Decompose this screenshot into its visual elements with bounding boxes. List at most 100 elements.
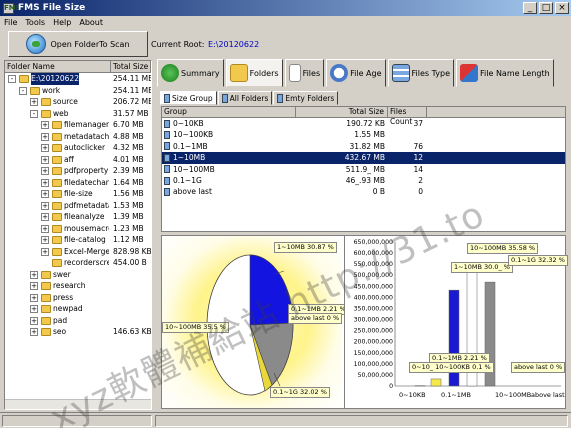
group-icon [164,93,170,103]
x-tick-label: 0~10KB [399,391,426,399]
expand-icon[interactable]: + [30,316,38,325]
tree-row[interactable]: + pdfproperty 2.39 MB [5,165,151,177]
tree-row-name: press [53,292,74,302]
expand-icon[interactable]: + [30,305,38,313]
bar-label-10-100mb: 10~100MB 35.58 % [467,243,539,254]
grid-group-label: 10~100MB [173,164,215,174]
subtab-all-folders[interactable]: All Folders [217,91,273,105]
expand-icon[interactable]: + [41,167,49,175]
expand-icon[interactable]: + [30,282,38,290]
expand-icon[interactable]: + [41,213,49,221]
folder-tree[interactable]: Folder Name Total Size - E:\20120622 254.1… [4,60,152,410]
tree-row[interactable]: + Excel-Merge 828.98 KB [5,246,151,258]
collapse-icon[interactable]: - [8,75,16,83]
grid-group-label: above last [173,187,212,197]
expand-icon[interactable]: + [41,247,49,256]
tree-row[interactable]: + autoclicker 4.32 MB [5,142,151,154]
tree-row[interactable]: - work 254.11 MB [5,85,151,97]
expand-icon[interactable]: + [30,293,38,302]
tree-row[interactable]: + newpad [5,303,151,315]
y-tick-label: 250,000,000 [354,328,393,335]
column-group[interactable]: Group [162,107,296,117]
minimize-button[interactable]: _ [523,2,537,14]
bar-label-1-10mb: 1~10MB 30.0_ % [451,262,513,273]
title-bar: FMS FMS File Size _ □ × [0,0,571,16]
y-tick-label: 450,000,000 [354,283,393,290]
grid-row[interactable]: 10~100KB 1.55 MB [162,129,565,140]
grid-row[interactable]: 1~10MB 432.67 MB 12 [162,152,565,164]
folder-icon [52,190,62,198]
tree-row[interactable]: + pad [5,315,151,327]
tab-summary[interactable]: Summary [157,59,224,87]
grid-cell-count: 12 [413,153,423,163]
expand-icon[interactable]: + [30,328,38,336]
grid-row[interactable]: 0.1~1MB 31.82 MB 76 [162,141,565,152]
menu-file[interactable]: File [4,18,17,27]
group-icon [164,131,170,140]
tab-file-age[interactable]: File Age [326,59,386,87]
expand-icon[interactable]: + [41,190,49,198]
folder-icon [229,64,248,82]
tree-row[interactable]: + swer [5,269,151,281]
subtab-empty-folders[interactable]: Emty Folders [273,91,339,105]
tab-files[interactable]: Files [284,59,325,87]
tree-row[interactable]: + press [5,292,151,304]
tree-row[interactable]: - E:\20120622 254.11 MB [5,73,151,85]
close-button[interactable]: × [555,2,569,14]
maximize-button[interactable]: □ [539,2,553,14]
tree-row[interactable]: + pdfmetadatae 1.53 MB [5,200,151,212]
size-group-grid[interactable]: Group Total Size Files Count 0~10KB 190.7… [161,106,566,232]
expand-icon[interactable]: + [41,201,49,210]
column-total-size[interactable]: Total Size [111,61,151,72]
grid-group-label: 0.1~1MB [173,141,208,151]
expand-icon[interactable]: + [41,236,49,244]
tree-row[interactable]: + source 206.72 MB [5,96,151,108]
column-files-count[interactable]: Files Count [388,107,427,126]
open-folder-button[interactable]: Open FolderTo Scan [8,31,148,57]
grid-row[interactable]: above last 0 B 0 [162,186,565,197]
tree-row[interactable]: - web 31.57 MB [5,108,151,120]
menu-help[interactable]: Help [53,18,71,27]
expand-icon[interactable]: + [41,224,49,233]
collapse-icon[interactable]: - [19,86,27,95]
tab-file-name-length[interactable]: File Name Length [456,59,554,87]
tree-row[interactable]: + research [5,280,151,292]
filename-icon [460,64,479,82]
grid-cell-count: 14 [413,164,423,174]
expand-icon[interactable]: + [41,132,49,141]
expand-icon[interactable]: + [30,98,38,106]
menu-tools[interactable]: Tools [25,18,45,27]
tree-row[interactable]: + file-catalog 1.12 MB [5,234,151,246]
grid-cell-size: 1.55 MB [354,130,385,140]
y-tick-label: 300,000,000 [354,317,393,324]
tree-row[interactable]: + metadatachan 4.88 MB [5,131,151,143]
collapse-icon[interactable]: - [30,109,38,118]
expand-icon[interactable]: + [30,270,38,279]
grid-row[interactable]: 10~100MB 511.9_ MB 14 [162,164,565,175]
subtab-size-group[interactable]: Size Group [160,91,217,105]
tree-row[interactable]: + mousemacror 1.23 MB [5,223,151,235]
tree-row[interactable]: + filemanagersoft 6.70 MB [5,119,151,131]
tree-row[interactable]: + fileanalyze 1.39 MB [5,211,151,223]
tree-row[interactable]: + aff 4.01 MB [5,154,151,166]
group-icon [164,165,170,174]
column-total-size[interactable]: Total Size [296,107,388,117]
expand-icon[interactable]: + [41,121,49,129]
expand-icon[interactable]: + [41,155,49,164]
tab-folders[interactable]: Folders [225,59,283,87]
tree-row[interactable]: + file-size 1.56 MB [5,188,151,200]
tree-horizontal-scrollbar[interactable] [5,399,151,409]
expand-icon[interactable]: + [41,144,49,152]
expand-icon[interactable]: + [41,178,49,187]
grid-row[interactable]: 0.1~1G 46_.93 MB 2 [162,175,565,186]
grid-row[interactable]: 0~10KB 190.72 KB 37 [162,118,565,129]
grid-cell-count: 2 [418,175,423,185]
column-folder-name[interactable]: Folder Name [5,61,111,72]
menu-about[interactable]: About [79,18,103,27]
tab-files-type[interactable]: Files Type [387,59,455,87]
tree-row[interactable]: + seo 146.63 KB [5,326,151,338]
tree-row-size: 454.00 B [113,258,147,267]
tree-row[interactable]: recorderscreen 454.00 B [5,257,151,269]
tree-row[interactable]: + filedatechanger 1.64 MB [5,177,151,189]
grid-cell-size: 432.67 MB [344,153,385,163]
